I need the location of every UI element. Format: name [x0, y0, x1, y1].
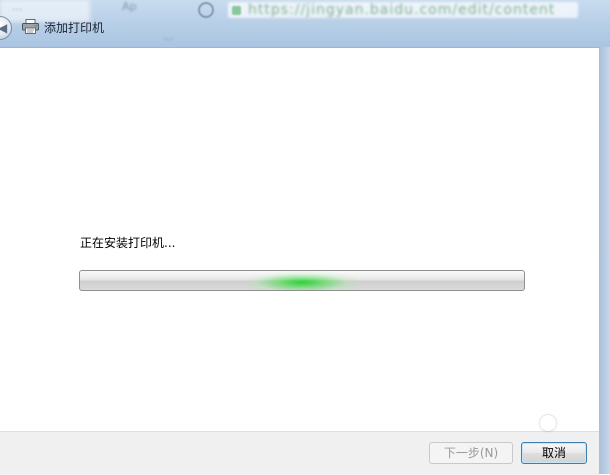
- background-text-blur: ...: [12, 0, 23, 13]
- printer-icon: [22, 19, 39, 34]
- background-lock-icon: [232, 6, 241, 15]
- cancel-button[interactable]: 取消: [521, 442, 587, 464]
- next-button[interactable]: 下一步(N): [429, 442, 513, 464]
- progress-shine: [80, 271, 524, 280]
- window-title: 添加打印机: [44, 21, 105, 35]
- background-text-blur: ...: [163, 30, 174, 43]
- window-titlebar: ... Ap ... https://jingyan.baidu.com/edi…: [0, 0, 610, 47]
- window-right-edge: [599, 47, 610, 474]
- wizard-footer: 下一步(N) 取消: [0, 431, 599, 475]
- background-text-blur: Ap: [122, 0, 137, 13]
- wizard-content: 正在安装打印机...: [0, 47, 599, 432]
- background-address-bar: https://jingyan.baidu.com/edit/content: [228, 2, 578, 18]
- background-refresh-icon: [198, 2, 214, 18]
- status-text: 正在安装打印机...: [80, 236, 176, 250]
- back-arrow-icon: ◀: [0, 21, 8, 35]
- install-progress-bar: [79, 270, 525, 291]
